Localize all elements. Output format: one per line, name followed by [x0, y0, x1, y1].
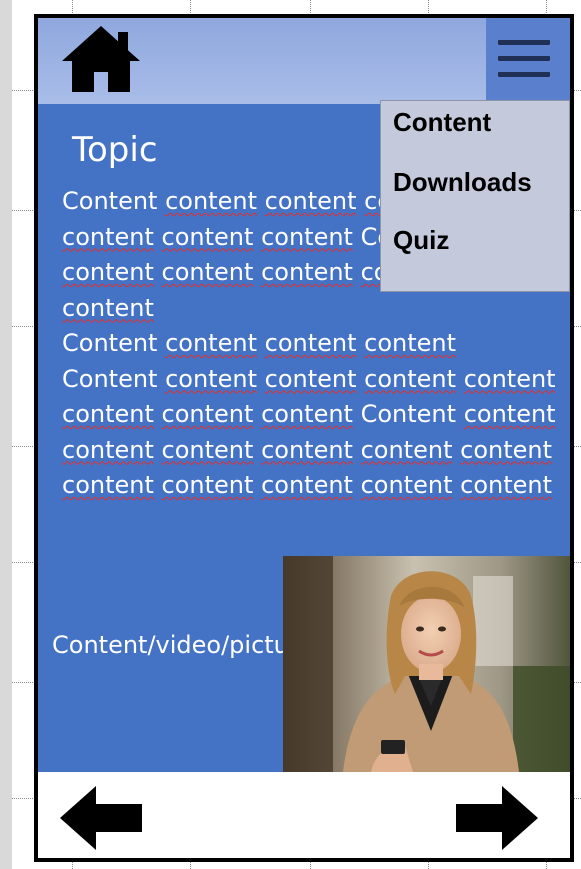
- content-word: content: [165, 329, 257, 357]
- content-word: content: [161, 400, 254, 428]
- content-word: content: [261, 400, 353, 428]
- media-photo[interactable]: [283, 556, 574, 772]
- content-word: content: [360, 471, 453, 499]
- menu-item-downloads[interactable]: Downloads: [393, 167, 532, 198]
- content-line: content: [62, 291, 570, 327]
- content-word: content: [264, 187, 357, 215]
- content-word: Content: [62, 329, 158, 357]
- content-word: content: [62, 222, 154, 251]
- content-word: content: [460, 471, 553, 499]
- phone-screen: Topic Content content content content co…: [34, 14, 574, 862]
- hamburger-menu-icon: [498, 56, 550, 61]
- content-word: content: [161, 435, 254, 464]
- content-word: content: [62, 293, 154, 322]
- content-word: content: [62, 435, 154, 464]
- content-word: content: [165, 187, 257, 215]
- hamburger-menu-icon: [498, 40, 550, 45]
- content-line: Content content content content: [62, 326, 570, 362]
- menu-item-content[interactable]: Content: [393, 107, 491, 138]
- content-word: content: [161, 258, 254, 286]
- content-word: content: [161, 222, 254, 251]
- content-word: content: [460, 435, 553, 464]
- content-word: content: [463, 364, 556, 393]
- app-header: [38, 18, 570, 104]
- hamburger-menu-button[interactable]: [486, 18, 570, 100]
- content-line: content content content Content content: [62, 397, 570, 433]
- content-word: content: [165, 364, 257, 393]
- media-placeholder-label: Content/video/picture: [52, 631, 313, 659]
- page-title: Topic: [72, 130, 158, 170]
- content-word: content: [261, 435, 353, 464]
- content-word: Content: [62, 187, 158, 215]
- content-word: content: [62, 400, 154, 428]
- arrow-left-icon[interactable]: [58, 784, 144, 852]
- content-word: content: [364, 329, 457, 357]
- content-word: content: [264, 364, 357, 393]
- content-word: content: [261, 222, 353, 251]
- content-word: Content: [360, 400, 457, 428]
- content-line: Content content content content content: [62, 362, 570, 398]
- content-word: content: [62, 471, 154, 499]
- content-word: content: [364, 364, 457, 393]
- menu-item-quiz[interactable]: Quiz: [393, 225, 449, 256]
- content-line: content content content content content: [62, 433, 570, 469]
- content-line: content content content content content: [62, 468, 570, 504]
- content-word: content: [264, 329, 357, 357]
- arrow-right-icon[interactable]: [454, 784, 540, 852]
- home-icon[interactable]: [60, 24, 142, 94]
- content-word: content: [360, 435, 453, 464]
- hamburger-menu-icon: [498, 72, 550, 77]
- content-word: content: [161, 471, 254, 499]
- content-word: content: [463, 400, 556, 428]
- content-word: Content: [62, 364, 158, 393]
- content-word: content: [62, 258, 154, 286]
- content-word: content: [261, 258, 353, 286]
- navigation-footer: [38, 772, 570, 858]
- content-word: content: [261, 471, 353, 499]
- dropdown-menu: Content Downloads Quiz: [380, 100, 570, 292]
